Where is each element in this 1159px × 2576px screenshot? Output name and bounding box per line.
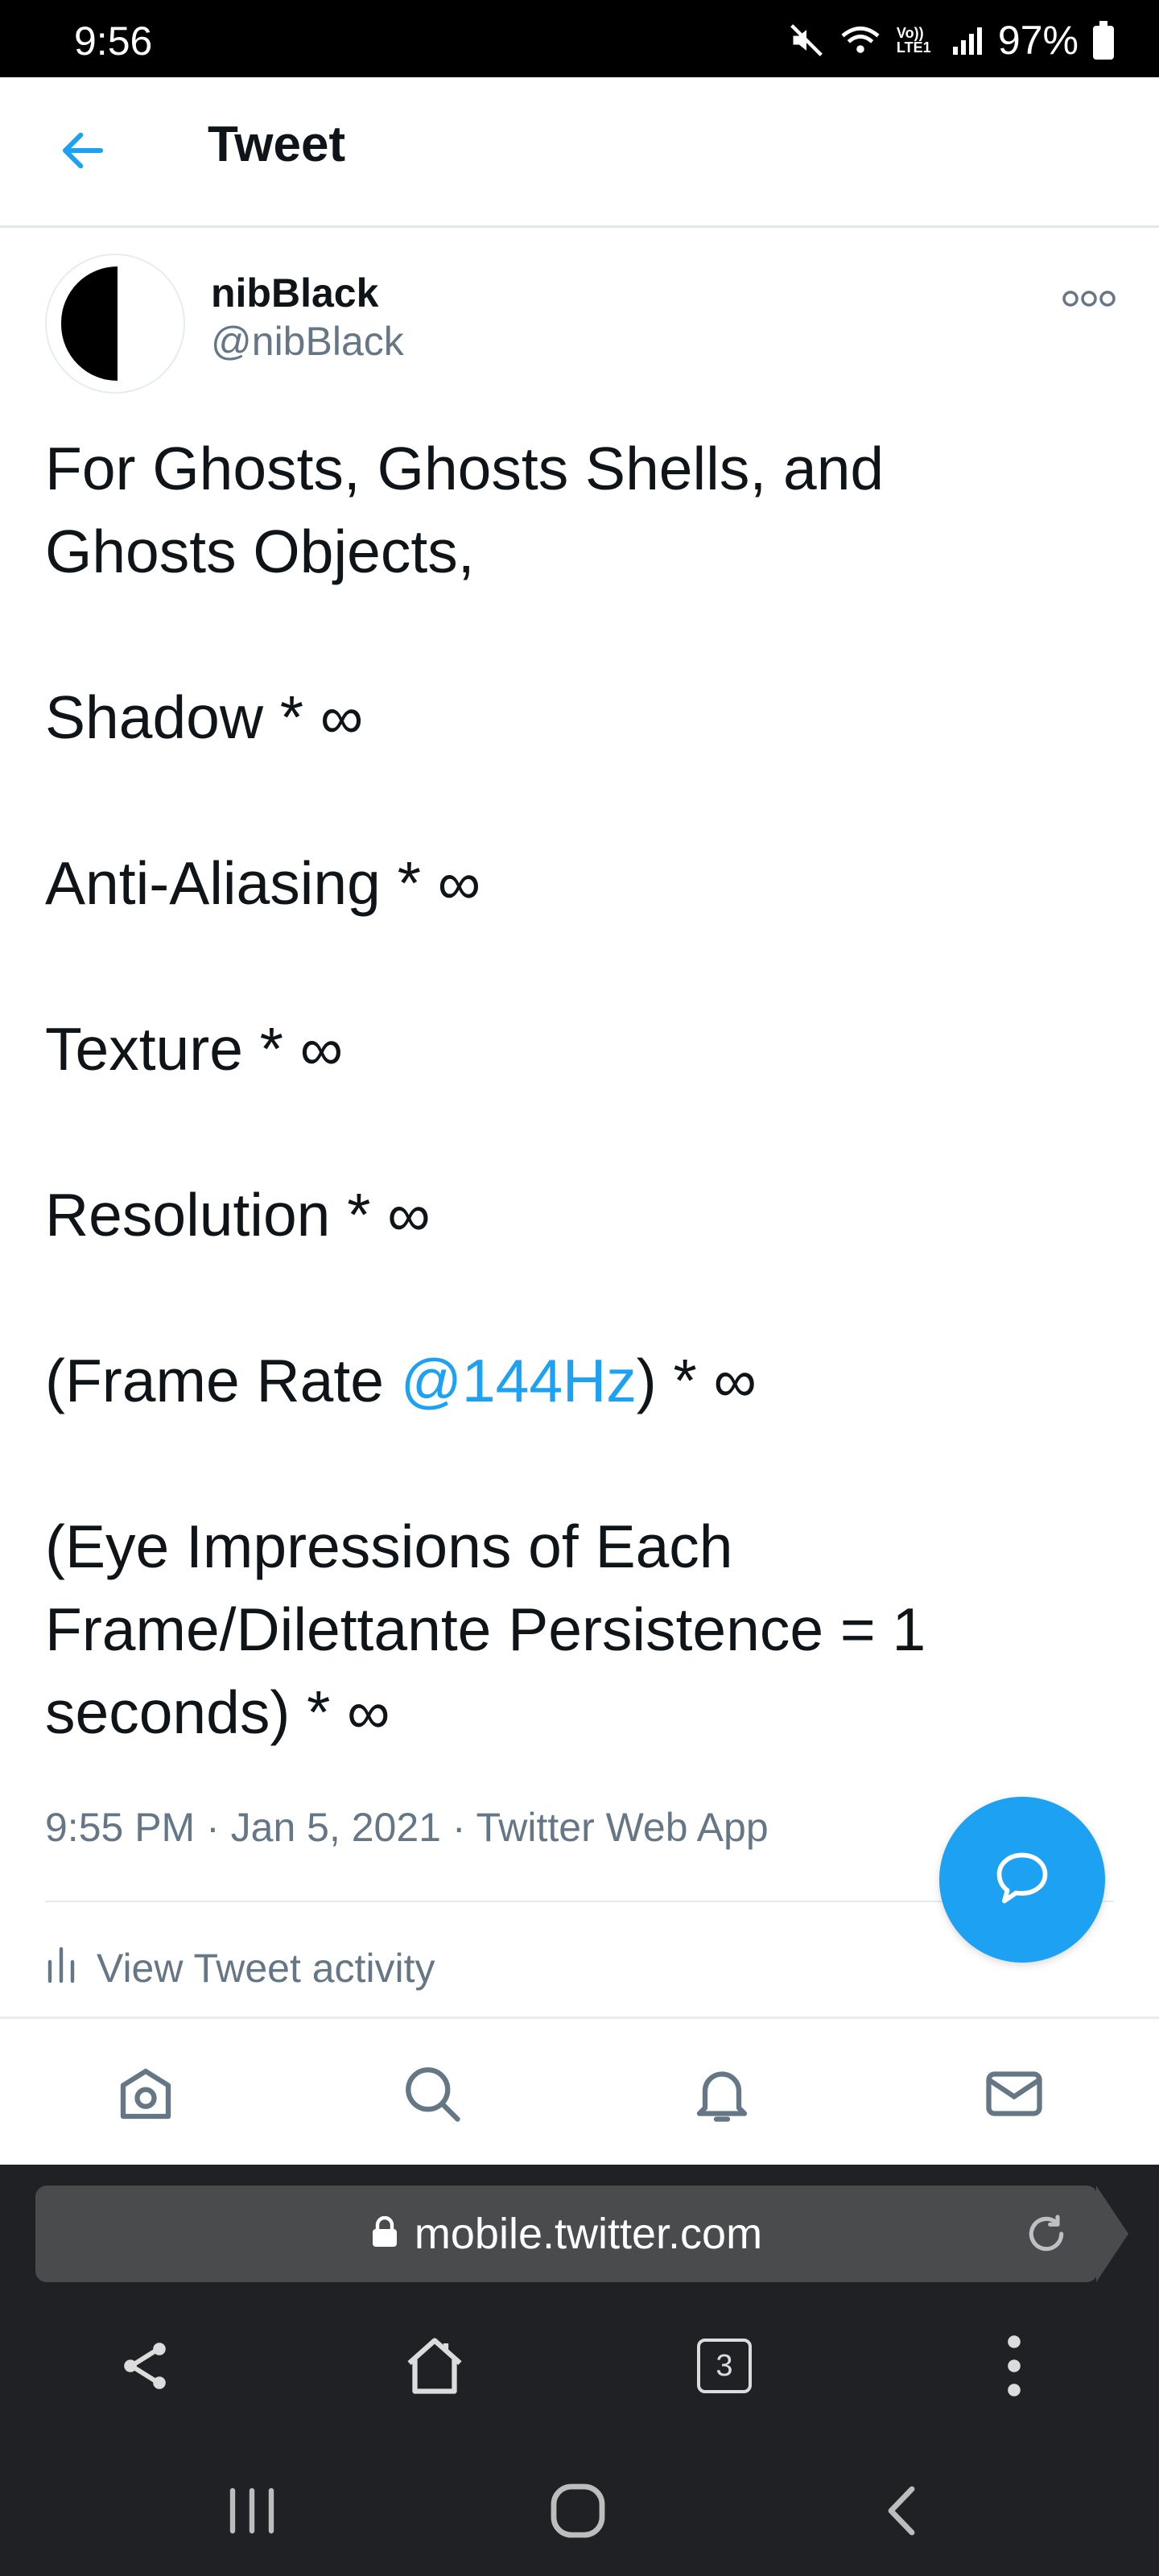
compose-reply-button[interactable] (939, 1797, 1105, 1963)
avatar[interactable] (45, 254, 185, 394)
tweet-text: For Ghosts, Ghosts Shells, and Ghosts Ob… (45, 427, 1091, 1754)
arrow-left-icon (56, 124, 109, 181)
top-header: Tweet (0, 77, 1159, 228)
recent-apps-icon[interactable] (204, 2462, 301, 2559)
bottom-nav (0, 2017, 1159, 2167)
url-text: mobile.twitter.com (414, 2210, 763, 2258)
reload-icon[interactable] (1024, 2211, 1069, 2256)
back-button[interactable] (56, 116, 137, 188)
home-page-icon[interactable] (394, 2326, 475, 2406)
battery-percent: 97% (997, 18, 1079, 63)
view-tweet-activity[interactable]: View Tweet activity (45, 1942, 435, 1994)
tabs-count: 3 (697, 2339, 752, 2393)
mention-link[interactable]: @144Hz (401, 1347, 637, 1414)
activity-label: View Tweet activity (97, 1946, 435, 1991)
page-title: Tweet (208, 117, 346, 172)
messages-icon[interactable] (978, 2058, 1050, 2130)
mute-icon (789, 23, 824, 58)
back-nav-icon[interactable] (853, 2462, 950, 2559)
browser-toolbar: mobile.twitter.com 3 (0, 2165, 1159, 2576)
notifications-icon[interactable] (686, 2058, 758, 2130)
status-icons: Vo)) LTE1 97% (789, 18, 1114, 63)
more-options-icon[interactable] (1061, 283, 1117, 315)
signal-icon (951, 24, 984, 56)
activity-icon (45, 1942, 77, 1994)
tweet-timestamp[interactable]: 9:55 PM · Jan 5, 2021 · Twitter Web App (45, 1804, 769, 1851)
status-time: 9:56 (74, 19, 153, 64)
tweet-text-part: For Ghosts, Ghosts Shells, and Ghosts Ob… (45, 435, 885, 1414)
network-label: Vo)) LTE1 (896, 25, 931, 56)
home-icon[interactable] (109, 2058, 182, 2130)
menu-icon[interactable] (974, 2326, 1054, 2406)
user-handle[interactable]: @nibBlack (211, 318, 404, 365)
display-name[interactable]: nibBlack (211, 270, 378, 316)
share-icon[interactable] (105, 2326, 185, 2406)
search-icon[interactable] (396, 2058, 468, 2130)
urlbar-arrow (1096, 2186, 1128, 2282)
chat-bubble-icon (992, 1847, 1053, 1913)
address-bar[interactable]: mobile.twitter.com (35, 2186, 1098, 2282)
tabs-button[interactable]: 3 (684, 2326, 765, 2406)
battery-icon (1093, 21, 1114, 60)
wifi-icon (839, 23, 882, 58)
home-button-icon[interactable] (530, 2462, 626, 2559)
lock-icon (371, 2209, 398, 2259)
status-bar: 9:56 Vo)) LTE1 97% (0, 0, 1159, 77)
